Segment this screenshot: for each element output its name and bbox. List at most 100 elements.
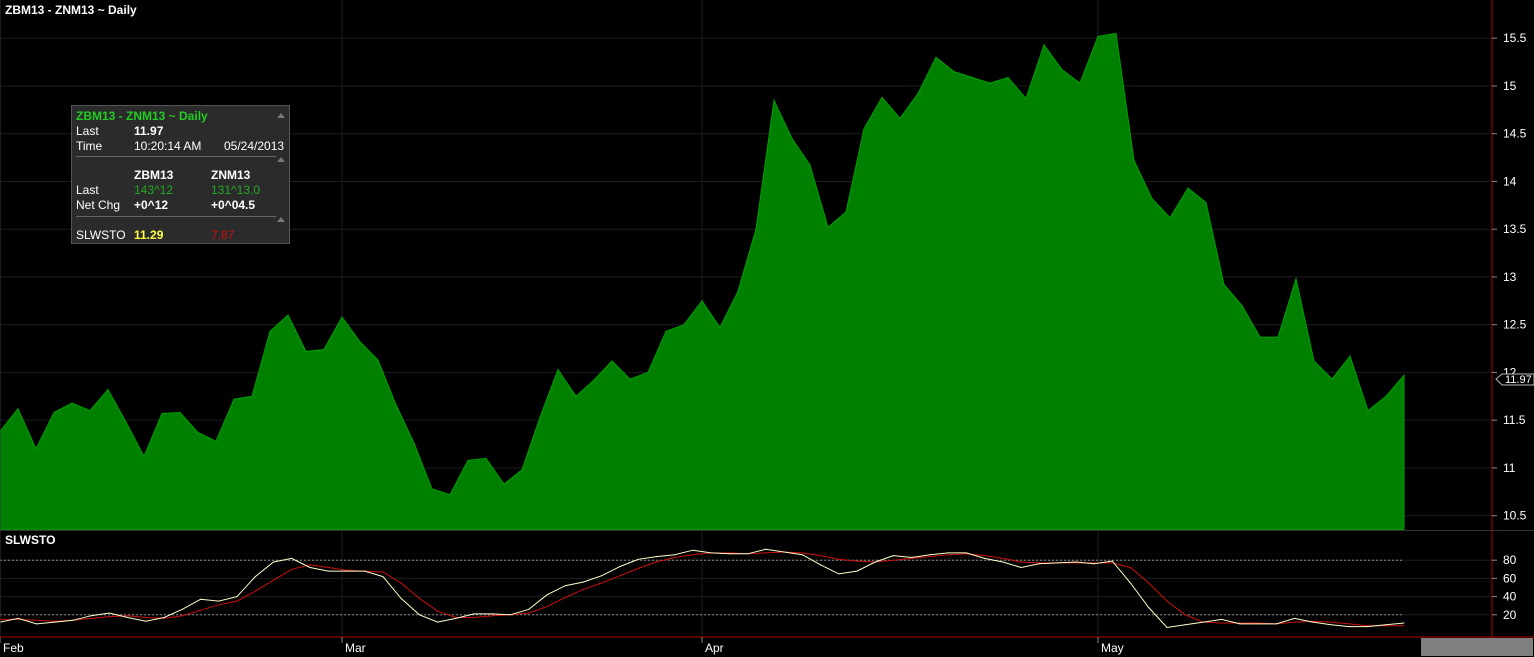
price-point (89, 410, 91, 412)
stoch-point (1312, 621, 1314, 623)
slwsto-label: SLWSTO (76, 228, 126, 242)
x-tick-label: Apr (705, 641, 724, 655)
y-tick-label: 13 (1503, 270, 1517, 284)
price-point (71, 402, 73, 404)
stoch-point (728, 553, 730, 555)
y-tick-label: 13.5 (1503, 222, 1527, 236)
stoch-point (473, 613, 475, 615)
stoch-point (1367, 625, 1368, 627)
price-point (287, 314, 289, 316)
stoch-point (655, 561, 657, 563)
stoch-point (637, 558, 639, 560)
price-point (53, 411, 55, 414)
stoch-point (1093, 563, 1095, 565)
stoch-point (765, 548, 767, 550)
price-point (197, 432, 199, 434)
stoch-point (36, 619, 37, 621)
price-point (305, 350, 307, 352)
stoch-point (400, 597, 402, 599)
stoch-point (291, 568, 293, 570)
stoch-point (491, 615, 493, 617)
last-price-tag: 11.97 (1495, 373, 1534, 386)
stoch-point (820, 564, 821, 566)
price-point (17, 408, 19, 410)
y-tick-label: 12.5 (1503, 318, 1527, 332)
price-point (1061, 69, 1063, 71)
stoch-point (874, 561, 876, 563)
price-point (665, 330, 667, 332)
stoch-point (801, 552, 803, 554)
stoch-point (1257, 622, 1259, 624)
stoch-point (911, 557, 913, 559)
y-tick-label: 11.5 (1503, 413, 1526, 427)
col-header-znm13: ZNM13 (211, 168, 251, 182)
stoch-point (54, 621, 56, 623)
stoch-point (1002, 561, 1004, 563)
data-window[interactable]: ZBM13 - ZNM13 ~ Daily Last 11.97 Time 10… (71, 105, 290, 244)
stoch-point (1403, 622, 1405, 624)
stoch-point (728, 552, 730, 554)
price-point (1205, 201, 1207, 204)
price-point (1151, 198, 1153, 200)
stoch-point (1020, 561, 1022, 563)
collapse-triangle-icon[interactable] (277, 113, 285, 118)
stoch-point (17, 618, 19, 620)
stoch-point (1075, 562, 1077, 564)
stoch-point (437, 610, 439, 612)
stoch-point (273, 561, 274, 563)
indicator-axis: 20 40 60 80 (1492, 553, 1517, 622)
stoch-point (893, 559, 894, 561)
stoch-point (1111, 562, 1113, 564)
chart-title: ZBM13 - ZNM13 ~ Daily (5, 3, 137, 17)
price-point (1079, 82, 1081, 84)
price-point (1313, 360, 1315, 362)
price-point (863, 128, 865, 130)
stoch-point (1184, 614, 1186, 616)
stoch-point (911, 557, 913, 558)
stoch-point (1002, 557, 1004, 559)
y-tick-label: 15.5 (1503, 31, 1527, 45)
price-point (647, 371, 649, 373)
chart-canvas: 10.51111.51212.51313.51414.51515.5 20406… (0, 0, 1534, 655)
price-point (233, 398, 235, 400)
stoch-point (273, 579, 274, 581)
stoch-point (181, 608, 183, 610)
stoch-point (655, 556, 657, 558)
stoch-point (1075, 561, 1077, 563)
stoch-point (929, 556, 931, 558)
stoch-point (236, 596, 238, 598)
indicator-tick-label: 60 (1503, 571, 1517, 585)
zn-netchg: +0^04.5 (211, 198, 256, 212)
stoch-point (127, 615, 129, 617)
price-point (575, 395, 577, 397)
price-axis: 10.51111.51212.51313.51414.51515.5 (1492, 31, 1527, 523)
stoch-point (364, 570, 366, 572)
stoch-point (1367, 626, 1368, 628)
price-point (1241, 305, 1243, 307)
price-point (521, 469, 523, 471)
horizontal-scrollbar[interactable] (1421, 638, 1533, 656)
stoch-point (1038, 562, 1040, 564)
stoch-point (327, 570, 329, 572)
stoch-point (1038, 563, 1040, 565)
price-point (791, 137, 793, 140)
stoch-point (291, 557, 293, 559)
stoch-point (1111, 560, 1113, 562)
stoch-point (108, 612, 110, 614)
stoch-point (90, 617, 92, 619)
stoch-point (984, 557, 986, 559)
stoch-point (1148, 582, 1150, 584)
stoch-point (163, 617, 165, 618)
stoch-point (619, 566, 621, 568)
data-window-title: ZBM13 - ZNM13 ~ Daily (76, 109, 208, 123)
x-tick-label: Mar (345, 641, 366, 655)
price-point (107, 389, 109, 391)
stoch-point (564, 585, 566, 587)
stoch-point (765, 552, 767, 554)
stoch-point (838, 558, 840, 560)
price-point (395, 404, 397, 406)
slwsto-d-value: 7.87 (211, 228, 235, 242)
stoch-point (619, 575, 621, 577)
collapse-triangle-icon[interactable] (277, 217, 285, 222)
collapse-triangle-icon[interactable] (277, 157, 285, 162)
